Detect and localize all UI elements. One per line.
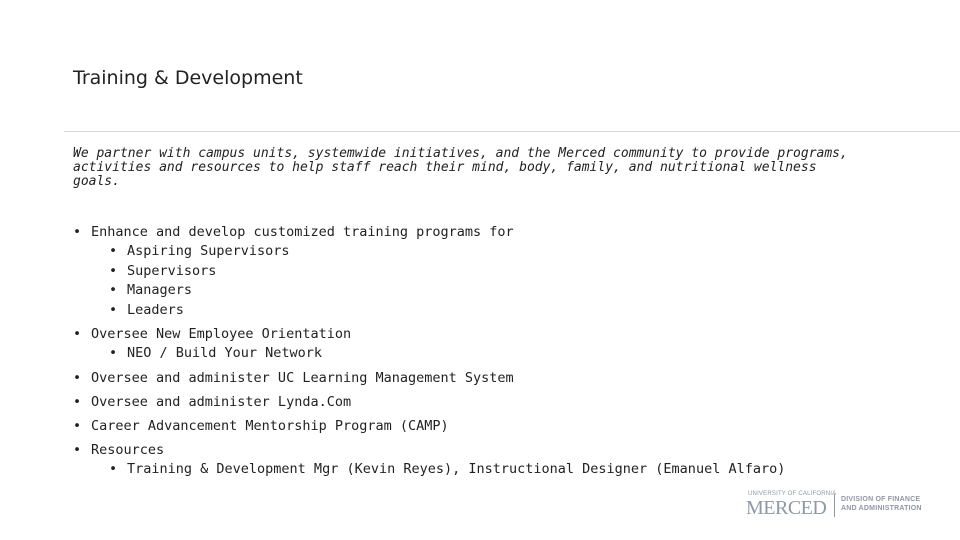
logo-campus-text: MERCED [746,497,827,519]
bullet-icon: • [73,326,82,342]
sub-bullet-list: • NEO / Build Your Network [91,344,893,364]
sub-bullet-icon: • [109,460,118,477]
sub-bullet-icon: • [109,243,118,259]
sub-bullet-item: • Managers [73,281,893,301]
bullet-text: Career Advancement Mentorship Program (C… [91,417,449,434]
bullet-item: • Oversee and administer UC Learning Mana… [73,369,893,388]
uc-merced-logo: UNIVERSITY OF CALIFORNIA MERCED DIVISION… [745,491,945,521]
slide-title: Training & Development [73,67,303,89]
title-divider [64,131,960,132]
sub-bullet-text: Supervisors [127,262,217,279]
sub-bullet-icon: • [109,262,118,279]
sub-bullet-text: Managers [127,282,193,298]
bullet-icon: • [73,441,82,458]
sub-bullet-icon: • [109,301,118,318]
bullet-item: • Oversee and administer Lynda.Com [73,393,893,412]
intro-paragraph: We partner with campus units, systemwide… [73,146,848,189]
sub-bullet-item: • NEO / Build Your Network [73,344,893,364]
sub-bullet-item: • Leaders [73,301,893,321]
bullet-text: Oversee and administer Lynda.Com [91,393,352,410]
sub-bullet-text: Aspiring Supervisors [127,243,290,259]
sub-bullet-text: Training & Development Mgr (Kevin Reyes)… [127,460,786,477]
sub-bullet-item: • Aspiring Supervisors [73,242,893,262]
logo-division-line2: AND ADMINISTRATION [841,505,922,512]
bullet-icon: • [73,417,82,434]
bullet-item: • Enhance and develop customized training… [73,223,893,320]
sub-bullet-list: • Training & Development Mgr (Kevin Reyes… [91,460,893,480]
bullet-icon: • [73,393,82,410]
sub-bullet-icon: • [109,345,118,361]
sub-bullet-list: • Aspiring Supervisors • Supervisors • Manage… [91,242,893,320]
sub-bullet-item: • Training & Development Mgr (Kevin Reyes… [73,460,893,480]
logo-separator [834,494,835,517]
bullet-text: Oversee New Employee Orientation [91,326,352,342]
bullet-text: Oversee and administer UC Learning Manag… [91,369,514,386]
bullet-item: • Career Advancement Mentorship Program (… [73,417,893,436]
bullet-item: • Oversee New Employee Orientation • NEO / … [73,325,893,364]
bullet-list: • Enhance and develop customized training… [73,223,893,479]
bullet-text: Resources [91,441,165,458]
sub-bullet-text: Leaders [127,301,184,318]
bullet-text: Enhance and develop customized training … [91,224,514,240]
bullet-icon: • [73,224,82,240]
sub-bullet-text: NEO / Build Your Network [127,345,323,361]
sub-bullet-item: • Supervisors [73,262,893,282]
bullet-icon: • [73,369,82,386]
sub-bullet-icon: • [109,282,118,298]
bullet-item: • Resources • Training & Development Mgr (K… [73,441,893,480]
logo-division-line1: DIVISION OF FINANCE [841,496,921,503]
